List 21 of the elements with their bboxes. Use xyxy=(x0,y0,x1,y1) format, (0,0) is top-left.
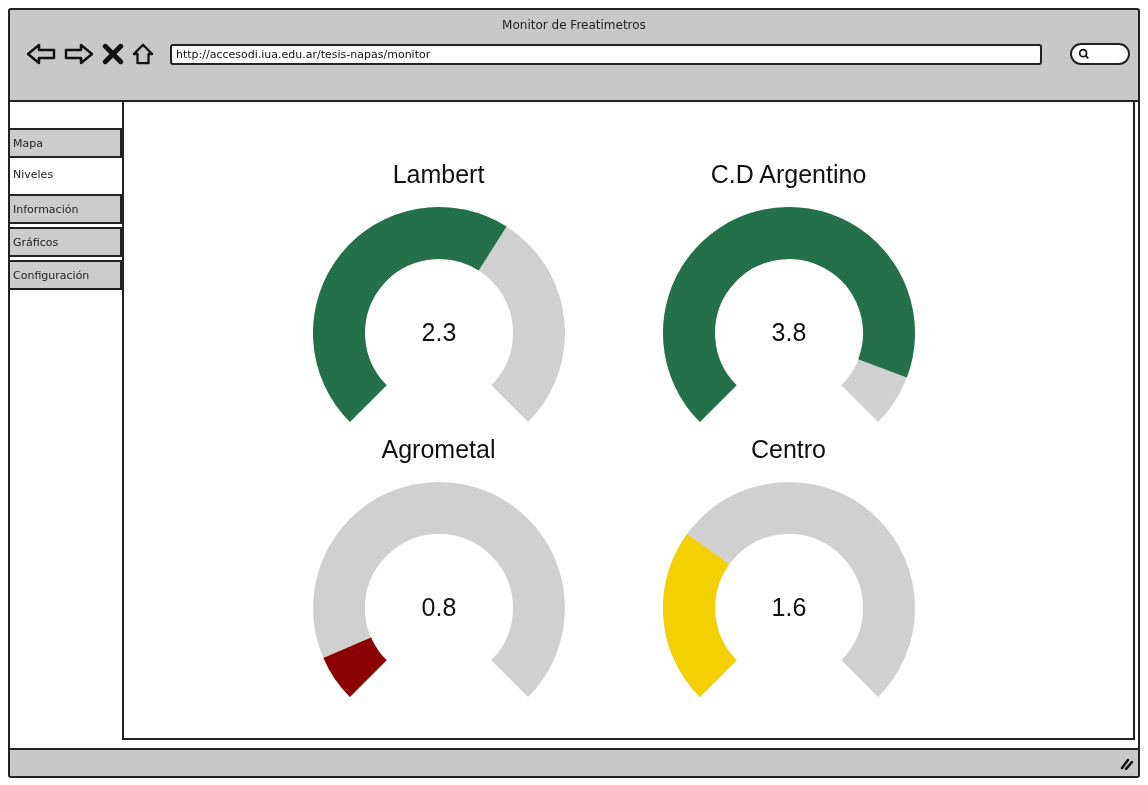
gauge-title: Agrometal xyxy=(381,435,496,464)
gauge-value: 0.8 xyxy=(421,593,456,621)
search-icon xyxy=(1078,48,1090,60)
gauge-value: 1.6 xyxy=(771,593,806,621)
gauge-value: 3.8 xyxy=(771,318,806,346)
window-title: Monitor de Freatimetros xyxy=(501,17,647,32)
gauge-value: 2.3 xyxy=(421,318,456,346)
back-icon[interactable] xyxy=(26,42,56,66)
gauge-title: Centro xyxy=(750,435,826,464)
sidebar-tab[interactable]: Mapa xyxy=(10,128,122,158)
gauge-title: Lambert xyxy=(392,160,485,189)
sidebar-tab[interactable]: Configuración xyxy=(10,260,122,290)
url-field[interactable]: http://accesodi.iua.edu.ar/tesis-napas/monitor xyxy=(170,43,1042,65)
resize-grip-icon[interactable] xyxy=(1120,756,1134,770)
sidebar-tab[interactable]: Gráficos xyxy=(10,227,122,257)
gauge-title: C.D Argentino xyxy=(710,160,867,189)
close-icon[interactable] xyxy=(102,43,124,65)
home-icon[interactable] xyxy=(132,43,154,65)
forward-icon[interactable] xyxy=(64,42,94,66)
search-field[interactable] xyxy=(1070,43,1130,65)
sidebar-tab[interactable]: Información xyxy=(10,194,122,224)
